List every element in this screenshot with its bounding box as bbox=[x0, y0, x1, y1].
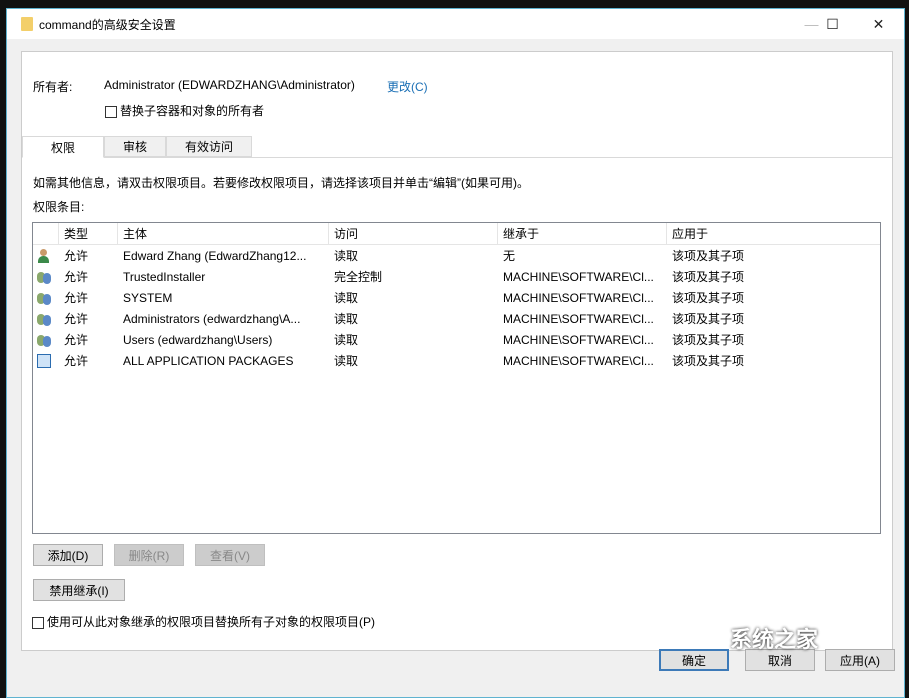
header-principal[interactable]: 主体 bbox=[118, 223, 329, 244]
group-icon bbox=[37, 333, 51, 347]
remove-button[interactable]: 删除(R) bbox=[114, 544, 184, 566]
type-cell: 允许 bbox=[59, 308, 118, 329]
group-icon bbox=[37, 312, 51, 326]
close-button[interactable]: ✕ bbox=[856, 9, 901, 39]
owner-value: Administrator (EDWARDZHANG\Administrator… bbox=[104, 78, 355, 92]
header-icon-col bbox=[33, 223, 59, 244]
type-cell: 允许 bbox=[59, 245, 118, 266]
principal-cell: ALL APPLICATION PACKAGES bbox=[118, 350, 329, 371]
access-cell: 完全控制 bbox=[329, 266, 498, 287]
replace-owner-label: 替换子容器和对象的所有者 bbox=[120, 104, 264, 118]
checkbox-box[interactable] bbox=[105, 106, 117, 118]
inherited-cell: 无 bbox=[498, 245, 667, 266]
header-type[interactable]: 类型 bbox=[59, 223, 118, 244]
tab-effective-access[interactable]: 有效访问 bbox=[166, 136, 252, 157]
add-button[interactable]: 添加(D) bbox=[33, 544, 103, 566]
applies-cell: 该项及其子项 bbox=[667, 308, 880, 329]
inherited-cell: MACHINE\SOFTWARE\Cl... bbox=[498, 308, 667, 329]
icon-cell bbox=[33, 245, 59, 266]
applies-cell: 该项及其子项 bbox=[667, 245, 880, 266]
table-row[interactable]: 允许 SYSTEM 读取 MACHINE\SOFTWARE\Cl... 该项及其… bbox=[33, 287, 880, 308]
apply-button[interactable]: 应用(A) bbox=[825, 649, 895, 671]
main-panel: 所有者: Administrator (EDWARDZHANG\Administ… bbox=[21, 51, 893, 651]
access-cell: 读取 bbox=[329, 350, 498, 371]
view-button[interactable]: 查看(V) bbox=[195, 544, 265, 566]
applies-cell: 该项及其子项 bbox=[667, 350, 880, 371]
list-header: 类型 主体 访问 继承于 应用于 bbox=[33, 223, 880, 245]
group-icon bbox=[37, 270, 51, 284]
info-text: 如需其他信息，请双击权限项目。若要修改权限项目，请选择该项目并单击“编辑”(如果… bbox=[33, 174, 529, 191]
icon-cell bbox=[33, 308, 59, 329]
ok-button[interactable]: 确定 bbox=[659, 649, 729, 671]
permission-entries-list[interactable]: 类型 主体 访问 继承于 应用于 允许 Edward Zhang (Edward… bbox=[32, 222, 881, 534]
access-cell: 读取 bbox=[329, 308, 498, 329]
window-title: command的高级安全设置 bbox=[39, 16, 176, 33]
replace-child-permissions-label: 使用可从此对象继承的权限项目替换所有子对象的权限项目(P) bbox=[47, 615, 375, 629]
type-cell: 允许 bbox=[59, 350, 118, 371]
header-inherited[interactable]: 继承于 bbox=[498, 223, 667, 244]
security-settings-window: command的高级安全设置 — ☐ ✕ 所有者: Administrator … bbox=[6, 8, 905, 698]
table-row[interactable]: 允许 Administrators (edwardzhang\A... 读取 M… bbox=[33, 308, 880, 329]
applies-cell: 该项及其子项 bbox=[667, 266, 880, 287]
inherited-cell: MACHINE\SOFTWARE\Cl... bbox=[498, 350, 667, 371]
access-cell: 读取 bbox=[329, 329, 498, 350]
header-access[interactable]: 访问 bbox=[329, 223, 498, 244]
tab-auditing[interactable]: 审核 bbox=[104, 136, 166, 157]
inherited-cell: MACHINE\SOFTWARE\Cl... bbox=[498, 329, 667, 350]
applies-cell: 该项及其子项 bbox=[667, 329, 880, 350]
change-owner-link[interactable]: 更改(C) bbox=[387, 78, 428, 95]
checkbox-box[interactable] bbox=[32, 617, 44, 629]
type-cell: 允许 bbox=[59, 329, 118, 350]
principal-cell: Users (edwardzhang\Users) bbox=[118, 329, 329, 350]
principal-cell: SYSTEM bbox=[118, 287, 329, 308]
maximize-button[interactable]: ☐ bbox=[810, 9, 855, 39]
owner-label: 所有者: bbox=[33, 78, 72, 95]
title-bar: command的高级安全设置 — ☐ ✕ bbox=[7, 9, 904, 39]
principal-cell: Administrators (edwardzhang\A... bbox=[118, 308, 329, 329]
inherited-cell: MACHINE\SOFTWARE\Cl... bbox=[498, 287, 667, 308]
tab-permissions[interactable]: 权限 bbox=[22, 136, 104, 158]
header-applies[interactable]: 应用于 bbox=[667, 223, 880, 244]
table-row[interactable]: 允许 Users (edwardzhang\Users) 读取 MACHINE\… bbox=[33, 329, 880, 350]
replace-child-permissions-checkbox[interactable]: 使用可从此对象继承的权限项目替换所有子对象的权限项目(P) bbox=[32, 613, 375, 630]
access-cell: 读取 bbox=[329, 245, 498, 266]
entries-label: 权限条目: bbox=[33, 198, 84, 215]
icon-cell bbox=[33, 350, 59, 371]
access-cell: 读取 bbox=[329, 287, 498, 308]
principal-cell: Edward Zhang (EdwardZhang12... bbox=[118, 245, 329, 266]
package-icon bbox=[37, 354, 51, 368]
replace-owner-checkbox[interactable]: 替换子容器和对象的所有者 bbox=[105, 102, 264, 119]
table-row[interactable]: 允许 TrustedInstaller 完全控制 MACHINE\SOFTWAR… bbox=[33, 266, 880, 287]
disable-inheritance-button[interactable]: 禁用继承(I) bbox=[33, 579, 125, 601]
user-icon bbox=[37, 249, 51, 263]
icon-cell bbox=[33, 266, 59, 287]
applies-cell: 该项及其子项 bbox=[667, 287, 880, 308]
inherited-cell: MACHINE\SOFTWARE\Cl... bbox=[498, 266, 667, 287]
icon-cell bbox=[33, 287, 59, 308]
principal-cell: TrustedInstaller bbox=[118, 266, 329, 287]
table-row[interactable]: 允许 ALL APPLICATION PACKAGES 读取 MACHINE\S… bbox=[33, 350, 880, 371]
watermark-logo: 系统之家 bbox=[730, 622, 818, 654]
folder-icon bbox=[21, 17, 33, 31]
type-cell: 允许 bbox=[59, 266, 118, 287]
type-cell: 允许 bbox=[59, 287, 118, 308]
tab-bar: 权限 审核 有效访问 bbox=[22, 136, 252, 158]
icon-cell bbox=[33, 329, 59, 350]
group-icon bbox=[37, 291, 51, 305]
table-row[interactable]: 允许 Edward Zhang (EdwardZhang12... 读取 无 该… bbox=[33, 245, 880, 266]
